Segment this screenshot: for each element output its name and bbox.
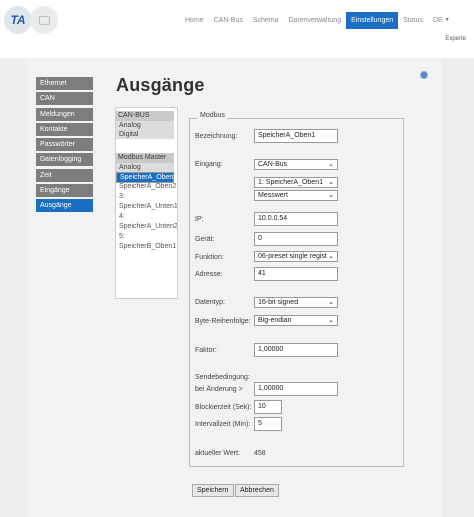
cmi-logo-icon <box>30 6 58 34</box>
tree-entry-name[interactable]: SpeicherB_Oben1 <box>116 242 177 252</box>
sidebar-item-zeit[interactable]: Zeit <box>36 168 93 182</box>
datentyp-label: Datentyp: <box>195 299 225 306</box>
funktion-value: 06-preset single register <box>258 253 334 260</box>
sendebedingung-label: Sendebedingung: <box>195 374 250 381</box>
faktor-input[interactable]: 1,00000 <box>254 343 338 357</box>
top-bar: TA Home CAN-Bus Schema Datenverwaltung E… <box>0 0 474 46</box>
eingang-channel-select[interactable]: 1: SpeicherA_Oben1 ⌄ <box>254 177 338 188</box>
datentyp-select[interactable]: 16-bit signed ⌄ <box>254 297 338 308</box>
nav-einstellungen[interactable]: Einstellungen <box>346 12 399 29</box>
sidebar-item-ethernet[interactable]: Ethernet <box>36 77 93 90</box>
caret-down-icon: ▼ <box>444 17 450 23</box>
tree-entry-number[interactable]: 3: <box>116 192 177 202</box>
tree-item-modbus-analog[interactable]: Analog <box>116 163 174 172</box>
tree-entry-name[interactable]: SpeicherA_Unten2 <box>116 222 177 232</box>
tree-entry-name[interactable]: SpeicherA_Oben2 <box>116 182 177 192</box>
adresse-label: Adresse: <box>195 271 223 278</box>
reihenfolge-label: Byte-Reihenfolge: <box>195 318 251 325</box>
cancel-button[interactable]: Abbrechen <box>235 484 279 497</box>
output-tree[interactable]: CAN-BUS Analog Digital Modbus Master Ana… <box>115 107 178 299</box>
sidebar-item-passwoerter[interactable]: Passwörter <box>36 138 93 152</box>
sidebar-item-eingaenge[interactable]: Eingänge <box>36 184 93 198</box>
aktueller-wert-value: 458 <box>254 450 266 457</box>
tree-item-analog[interactable]: Analog <box>116 121 174 130</box>
chevron-down-icon: ⌄ <box>328 299 334 306</box>
ip-label: IP: <box>195 216 204 223</box>
reihenfolge-select[interactable]: Big-endian ⌄ <box>254 315 338 326</box>
language-dropdown[interactable]: DE ▼ <box>428 12 455 29</box>
modbus-fieldset <box>189 118 404 467</box>
chevron-down-icon: ⌄ <box>328 317 334 324</box>
intervallzeit-label: Intervallzeit (Min): <box>195 421 251 428</box>
intervallzeit-input[interactable]: 5 <box>254 417 282 431</box>
nav-datenverwaltung[interactable]: Datenverwaltung <box>284 12 347 29</box>
page-title: Ausgänge <box>116 75 205 95</box>
sidebar-item-can[interactable]: CAN <box>36 92 93 106</box>
reihenfolge-value: Big-endian <box>258 317 292 324</box>
ip-input[interactable]: 10.0.0.54 <box>254 212 338 226</box>
funktion-label: Funktion: <box>195 254 224 261</box>
tree-group-modbus[interactable]: Modbus Master <box>116 153 174 163</box>
sidebar-item-datenlogging[interactable]: Datenlogging <box>36 153 93 167</box>
bei-aenderung-label: bei Änderung > <box>195 386 243 393</box>
sidebar-item-kontakte[interactable]: Kontakte <box>36 122 93 136</box>
chevron-down-icon: ⌄ <box>327 252 334 261</box>
tree-entry-number[interactable]: 4: <box>116 212 177 222</box>
tree-item-digital[interactable]: Digital <box>116 130 174 139</box>
geraet-input[interactable]: 0 <box>254 232 338 246</box>
sidebar-item-meldungen[interactable]: Meldungen <box>36 107 93 121</box>
blockierzeit-input[interactable]: 10 <box>254 400 282 414</box>
bezeichnung-input[interactable]: SpeicherA_Oben1 <box>254 129 338 143</box>
language-label: DE <box>432 17 443 24</box>
aenderung-input[interactable]: 1,00000 <box>254 382 338 396</box>
chevron-down-icon: ⌄ <box>328 192 334 199</box>
geraet-label: Gerät: <box>195 236 215 243</box>
chevron-down-icon: ⌄ <box>328 161 334 168</box>
adresse-input[interactable]: 41 <box>254 267 338 281</box>
funktion-select[interactable]: 06-preset single register ⌄ <box>254 251 338 262</box>
mode-link[interactable]: Experte <box>445 36 466 42</box>
ta-logo[interactable]: TA <box>4 6 32 34</box>
faktor-label: Faktor: <box>195 347 217 354</box>
save-button[interactable]: Speichern <box>192 484 234 497</box>
eingang-type-select[interactable]: Messwert ⌄ <box>254 190 338 201</box>
blockierzeit-label: Blockierzeit (Sek): <box>195 404 252 411</box>
eingang-channel-value: 1: SpeicherA_Oben1 <box>258 179 323 186</box>
nav-schema[interactable]: Schema <box>248 12 284 29</box>
tree-entry-name[interactable]: SpeicherA_Unten1 <box>116 202 177 212</box>
settings-sidebar: Ethernet CAN Meldungen Kontakte Passwört… <box>36 77 93 215</box>
eingang-source-select[interactable]: CAN-Bus ⌄ <box>254 159 338 170</box>
nav-status[interactable]: Status <box>398 12 428 29</box>
eingang-source-value: CAN-Bus <box>258 161 288 168</box>
chevron-down-icon: ⌄ <box>328 179 334 186</box>
bezeichnung-label: Bezeichnung: <box>195 133 238 140</box>
tree-entry-number[interactable]: 5: <box>116 232 177 242</box>
sidebar-item-ausgaenge[interactable]: Ausgänge <box>36 199 93 213</box>
nav-can-bus[interactable]: CAN-Bus <box>209 12 248 29</box>
nav-home[interactable]: Home <box>180 12 209 29</box>
tree-entry-name[interactable]: SpeicherA_Oben1 <box>116 172 174 183</box>
help-icon[interactable] <box>420 71 428 79</box>
aktueller-wert-label: aktueller Wert: <box>195 450 240 457</box>
eingang-label: Eingang: <box>195 161 223 168</box>
tree-group-canbus[interactable]: CAN-BUS <box>116 111 174 121</box>
fieldset-legend: Modbus <box>197 112 228 119</box>
eingang-type-value: Messwert <box>258 192 288 199</box>
datentyp-value: 16-bit signed <box>258 299 299 306</box>
main-nav: Home CAN-Bus Schema Datenverwaltung Eins… <box>180 12 455 29</box>
